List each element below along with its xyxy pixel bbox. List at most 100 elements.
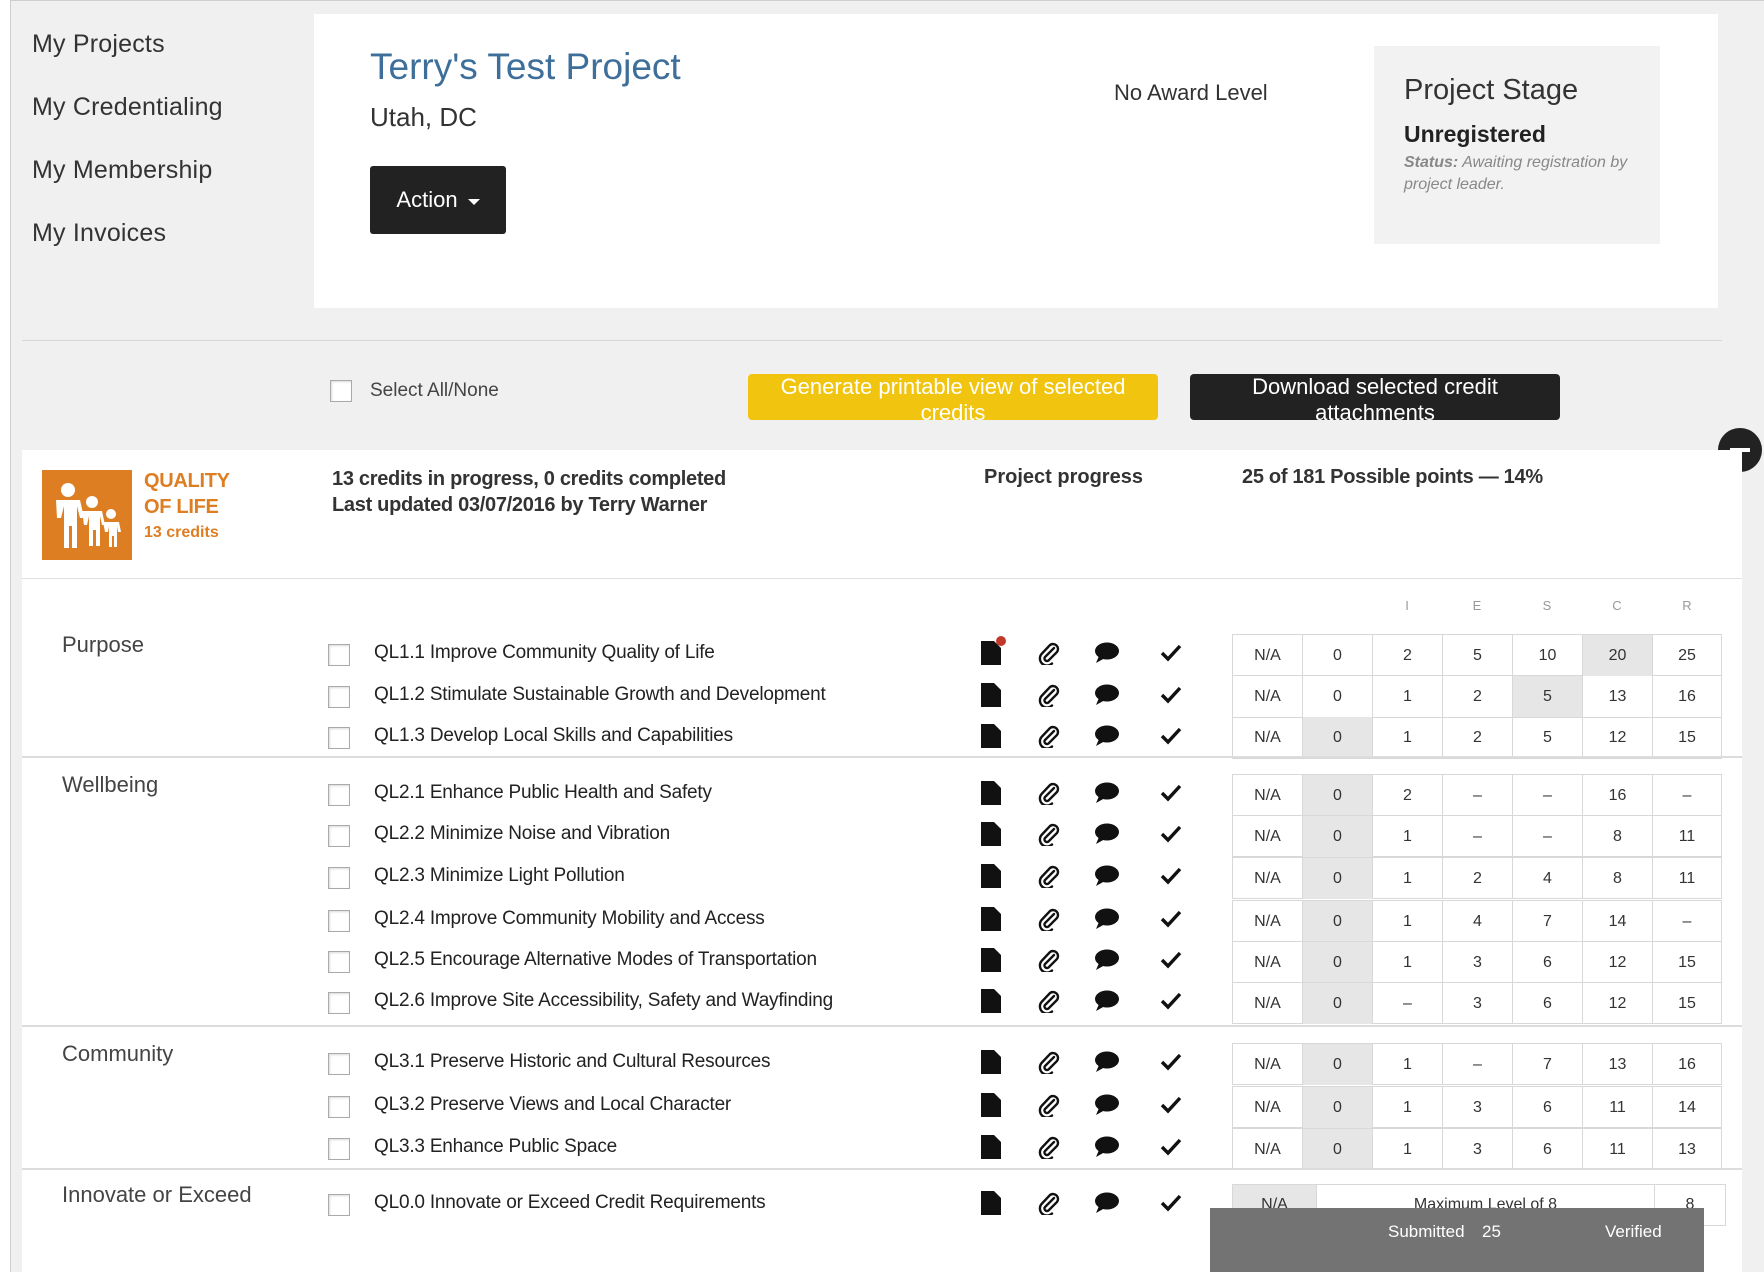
checkmark-icon[interactable]	[1158, 1049, 1184, 1075]
paperclip-icon[interactable]	[1036, 780, 1062, 806]
level-cell[interactable]: 14	[1582, 901, 1652, 942]
credit-checkbox[interactable]	[328, 1053, 350, 1075]
credit-name[interactable]: QL1.1 Improve Community Quality of Life	[374, 642, 715, 664]
document-icon[interactable]	[978, 682, 1004, 708]
document-icon[interactable]	[978, 988, 1004, 1014]
paperclip-icon[interactable]	[1036, 1134, 1062, 1160]
select-all-checkbox[interactable]	[330, 380, 352, 402]
checkmark-icon[interactable]	[1158, 1134, 1184, 1160]
level-cell[interactable]: 0	[1302, 635, 1372, 676]
level-cell[interactable]: 15	[1652, 983, 1722, 1024]
credit-checkbox[interactable]	[328, 910, 350, 932]
checkmark-icon[interactable]	[1158, 863, 1184, 889]
level-cell[interactable]: 3	[1442, 942, 1512, 983]
level-cell[interactable]: 12	[1582, 717, 1652, 758]
level-cell[interactable]: 4	[1512, 858, 1582, 899]
comment-icon[interactable]	[1094, 988, 1120, 1014]
document-icon[interactable]	[978, 906, 1004, 932]
paperclip-icon[interactable]	[1036, 947, 1062, 973]
credit-checkbox[interactable]	[328, 686, 350, 708]
level-cell[interactable]: –	[1512, 775, 1582, 816]
level-cell[interactable]: 16	[1652, 676, 1722, 717]
credit-name[interactable]: QL2.4 Improve Community Mobility and Acc…	[374, 908, 765, 930]
level-cell[interactable]: 15	[1652, 717, 1722, 758]
document-icon[interactable]	[978, 636, 1006, 666]
level-cell[interactable]: 7	[1512, 901, 1582, 942]
level-cell[interactable]: 5	[1512, 676, 1582, 717]
credit-name[interactable]: QL2.6 Improve Site Accessibility, Safety…	[374, 990, 833, 1012]
credit-name[interactable]: QL3.3 Enhance Public Space	[374, 1136, 617, 1158]
paperclip-icon[interactable]	[1036, 821, 1062, 847]
level-cell[interactable]: N/A	[1232, 775, 1302, 816]
paperclip-icon[interactable]	[1036, 1190, 1062, 1216]
comment-icon[interactable]	[1094, 640, 1120, 666]
level-cell[interactable]: N/A	[1232, 983, 1302, 1024]
credit-name[interactable]: QL3.1 Preserve Historic and Cultural Res…	[374, 1051, 771, 1073]
level-cell[interactable]: 15	[1652, 942, 1722, 983]
document-icon[interactable]	[978, 1134, 1004, 1160]
level-cell[interactable]: 0	[1302, 983, 1372, 1024]
level-cell[interactable]: –	[1652, 901, 1722, 942]
level-cell[interactable]: –	[1442, 816, 1512, 857]
project-title[interactable]: Terry's Test Project	[370, 46, 681, 88]
level-cell[interactable]: 2	[1372, 775, 1442, 816]
level-cell[interactable]: –	[1652, 775, 1722, 816]
credit-name[interactable]: QL2.2 Minimize Noise and Vibration	[374, 823, 670, 845]
level-cell[interactable]: 2	[1372, 635, 1442, 676]
level-cell[interactable]: N/A	[1232, 901, 1302, 942]
sidebar-item-my-projects[interactable]: My Projects	[32, 30, 292, 59]
level-cell[interactable]: 1	[1372, 676, 1442, 717]
level-cell[interactable]: 0	[1302, 816, 1372, 857]
level-cell[interactable]: 16	[1652, 1044, 1722, 1085]
level-cell[interactable]: 1	[1372, 858, 1442, 899]
level-cell[interactable]: 6	[1512, 983, 1582, 1024]
comment-icon[interactable]	[1094, 682, 1120, 708]
paperclip-icon[interactable]	[1036, 682, 1062, 708]
document-icon[interactable]	[978, 1049, 1004, 1075]
credit-name[interactable]: QL1.3 Develop Local Skills and Capabilit…	[374, 725, 733, 747]
level-cell[interactable]: 3	[1442, 1087, 1512, 1128]
document-icon[interactable]	[978, 821, 1004, 847]
level-cell[interactable]: 0	[1302, 1087, 1372, 1128]
credit-name[interactable]: QL0.0 Innovate or Exceed Credit Requirem…	[374, 1192, 766, 1214]
level-cell[interactable]: N/A	[1232, 717, 1302, 758]
level-cell[interactable]: 0	[1302, 901, 1372, 942]
level-cell[interactable]: –	[1442, 1044, 1512, 1085]
credit-checkbox[interactable]	[328, 951, 350, 973]
credit-name[interactable]: QL1.2 Stimulate Sustainable Growth and D…	[374, 684, 826, 706]
comment-icon[interactable]	[1094, 780, 1120, 806]
level-cell[interactable]: 3	[1442, 1129, 1512, 1170]
level-cell[interactable]: 1	[1372, 1129, 1442, 1170]
level-cell[interactable]: N/A	[1232, 816, 1302, 857]
level-cell[interactable]: 5	[1512, 717, 1582, 758]
credit-name[interactable]: QL3.2 Preserve Views and Local Character	[374, 1094, 731, 1116]
credit-checkbox[interactable]	[328, 727, 350, 749]
level-cell[interactable]: N/A	[1232, 1129, 1302, 1170]
level-cell[interactable]: 8	[1582, 816, 1652, 857]
level-cell[interactable]: N/A	[1232, 635, 1302, 676]
paperclip-icon[interactable]	[1036, 988, 1062, 1014]
level-cell[interactable]: 0	[1302, 775, 1372, 816]
checkmark-icon[interactable]	[1158, 1190, 1184, 1216]
level-cell[interactable]: 12	[1582, 983, 1652, 1024]
comment-icon[interactable]	[1094, 863, 1120, 889]
comment-icon[interactable]	[1094, 947, 1120, 973]
level-cell[interactable]: 0	[1302, 1044, 1372, 1085]
level-cell[interactable]: 1	[1372, 942, 1442, 983]
level-cell[interactable]: N/A	[1232, 1087, 1302, 1128]
document-icon[interactable]	[978, 780, 1004, 806]
document-icon[interactable]	[978, 723, 1004, 749]
paperclip-icon[interactable]	[1036, 1049, 1062, 1075]
comment-icon[interactable]	[1094, 1092, 1120, 1118]
checkmark-icon[interactable]	[1158, 988, 1184, 1014]
level-cell[interactable]: 1	[1372, 816, 1442, 857]
checkmark-icon[interactable]	[1158, 906, 1184, 932]
level-cell[interactable]: 20	[1582, 635, 1652, 676]
level-cell[interactable]: 13	[1582, 676, 1652, 717]
comment-icon[interactable]	[1094, 1134, 1120, 1160]
credit-checkbox[interactable]	[328, 1096, 350, 1118]
level-cell[interactable]: 0	[1302, 858, 1372, 899]
paperclip-icon[interactable]	[1036, 640, 1062, 666]
credit-checkbox[interactable]	[328, 1194, 350, 1216]
level-cell[interactable]: 12	[1582, 942, 1652, 983]
